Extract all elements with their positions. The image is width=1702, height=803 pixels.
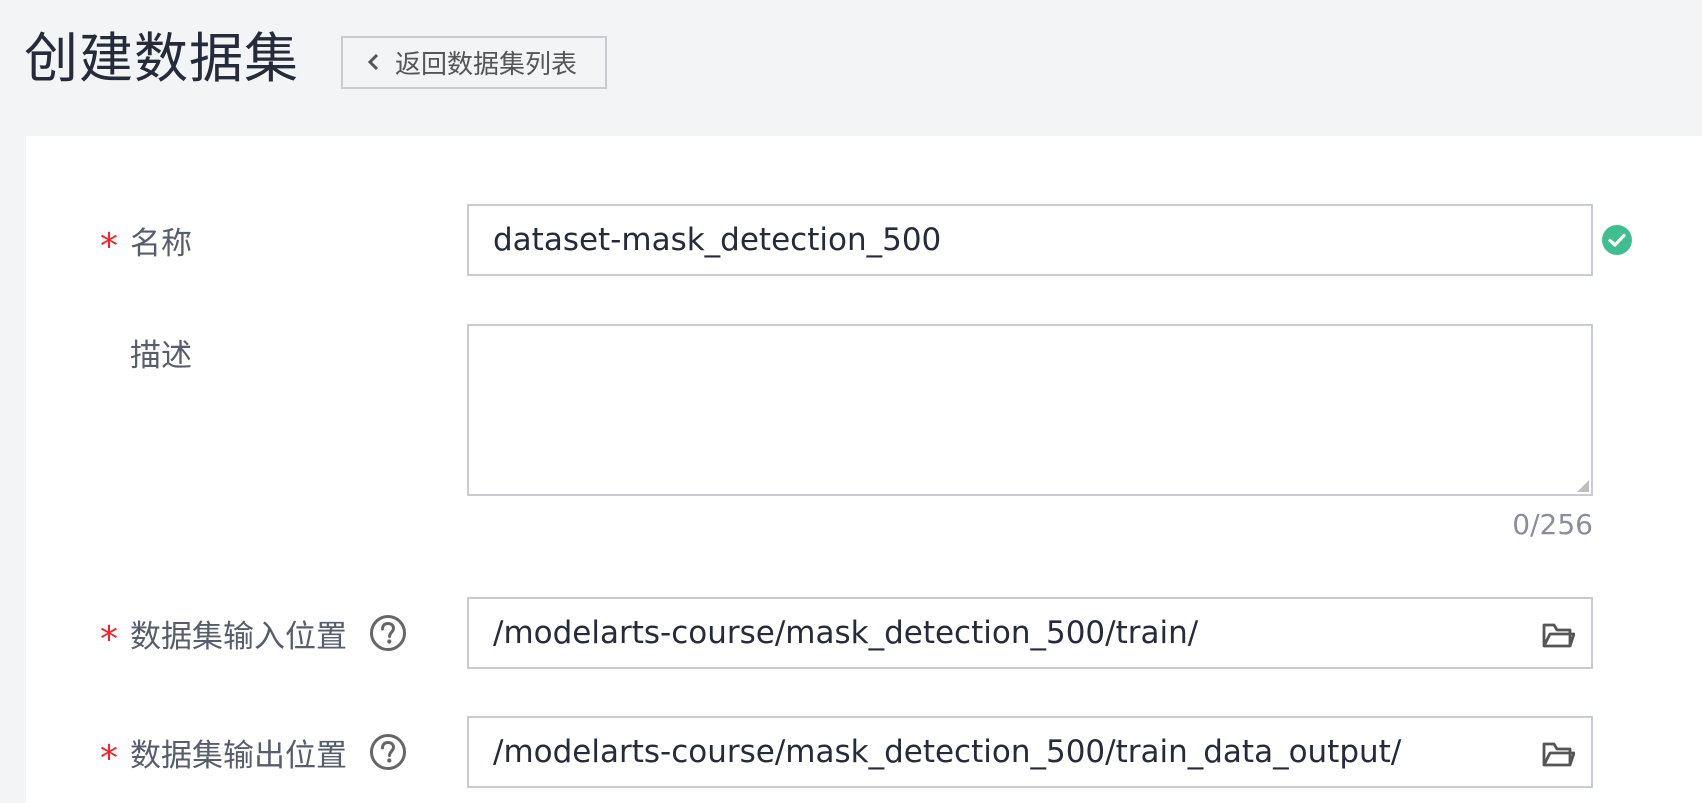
output-location-field[interactable]: /modelarts-course/mask_detection_500/tra…: [467, 716, 1593, 788]
name-input[interactable]: dataset-mask_detection_500: [467, 204, 1593, 276]
question-circle-icon[interactable]: [369, 733, 407, 771]
create-dataset-form-panel: * 名称 dataset-mask_detection_500 * 描述 0/2…: [26, 136, 1702, 803]
description-label-text: 描述: [130, 337, 192, 374]
output-location-path: /modelarts-course/mask_detection_500/tra…: [493, 734, 1402, 770]
description-textarea[interactable]: [467, 324, 1593, 496]
check-circle-icon: [1602, 225, 1632, 255]
back-button-label: 返回数据集列表: [395, 50, 578, 80]
input-location-label-text: 数据集输入位置: [130, 618, 347, 655]
input-location-path: /modelarts-course/mask_detection_500/tra…: [493, 615, 1199, 651]
textarea-resize-handle[interactable]: [1577, 480, 1589, 492]
description-label: * 描述: [100, 324, 192, 380]
required-mark: *: [100, 618, 118, 660]
input-location-label: * 数据集输入位置: [100, 597, 407, 669]
folder-open-icon[interactable]: [1541, 736, 1575, 770]
output-location-label: * 数据集输出位置: [100, 716, 407, 788]
name-label-text: 名称: [130, 225, 192, 262]
output-location-label-text: 数据集输出位置: [130, 737, 347, 774]
question-circle-icon[interactable]: [369, 614, 407, 652]
name-label: * 名称: [100, 204, 192, 276]
input-location-field[interactable]: /modelarts-course/mask_detection_500/tra…: [467, 597, 1593, 669]
required-mark: *: [100, 737, 118, 779]
back-to-dataset-list-button[interactable]: 返回数据集列表: [341, 36, 607, 89]
description-char-counter: 0/256: [1512, 508, 1593, 541]
folder-open-icon[interactable]: [1541, 617, 1575, 651]
required-mark: *: [100, 225, 118, 267]
chevron-left-icon: [365, 48, 383, 78]
page-title: 创建数据集: [24, 27, 299, 90]
